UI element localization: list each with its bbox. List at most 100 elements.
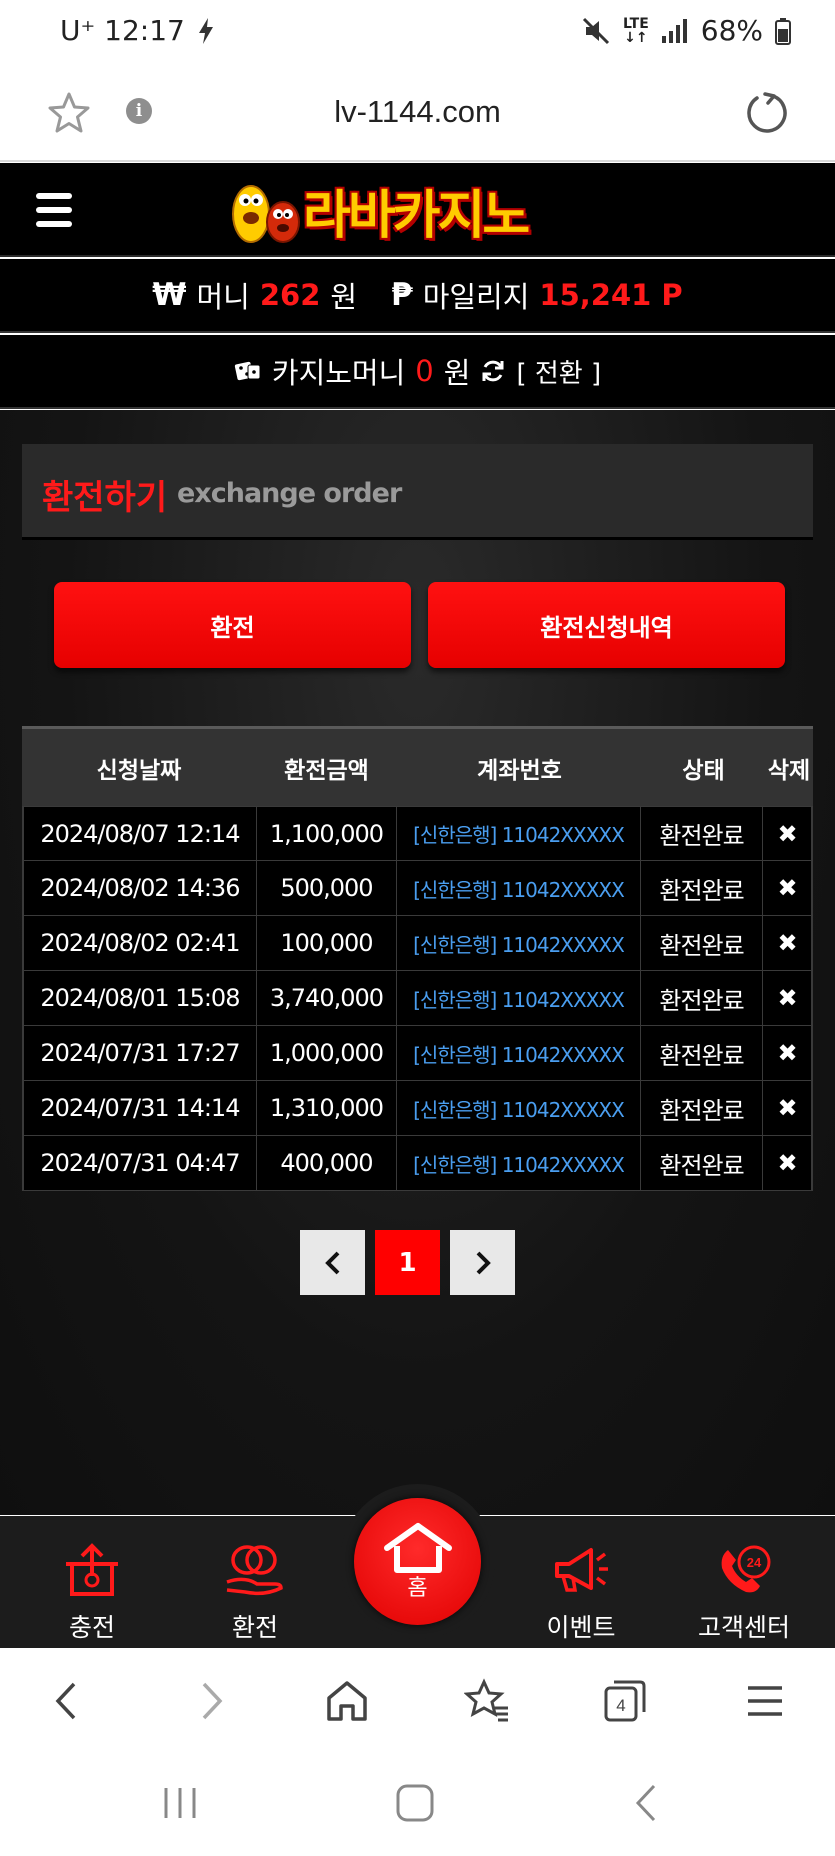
delete-icon[interactable]: ✖ [763,971,811,1025]
cell-date: 2024/07/31 17:27 [24,1026,257,1080]
cell-amount: 400,000 [257,1136,398,1190]
cell-amount: 3,740,000 [257,971,398,1025]
table-row: 2024/08/07 12:14 1,100,000 [신한은행] 11042X… [24,806,811,861]
cell-amount: 100,000 [257,916,398,970]
header-delete: 삭제 [767,757,811,784]
cell-account: [신한은행] 11042XXXXX [397,1136,641,1190]
header-account: 계좌번호 [477,757,562,784]
table-row: 2024/08/02 14:36 500,000 [신한은행] 11042XXX… [24,861,811,916]
url-text[interactable]: lv-1144.com [0,94,835,130]
delete-icon[interactable]: ✖ [763,916,811,970]
next-page-button[interactable] [450,1230,515,1295]
cell-date: 2024/08/02 02:41 [24,916,257,970]
cell-account: [신한은행] 11042XXXXX [397,1081,641,1135]
home-label: 홈 [407,1575,428,1601]
browser-menu-icon[interactable] [742,1678,788,1724]
money-unit: 원 [330,280,358,314]
cell-date: 2024/08/07 12:14 [24,807,257,860]
support-badge: 24 [747,1555,762,1570]
casino-money-row: 카지노머니 0 원 [ 전환 ] [0,335,835,409]
delete-icon[interactable]: ✖ [763,807,811,860]
exchange-button[interactable]: 환전 [54,582,411,668]
system-back-icon[interactable] [626,1780,672,1826]
mileage-value: 15,241 P [539,278,683,312]
larva-mascot-icon [232,185,300,243]
delete-icon[interactable]: ✖ [763,1136,811,1190]
cell-account: [신한은행] 11042XXXXX [397,861,641,915]
cell-status: 환전완료 [641,1136,764,1190]
recent-apps-icon[interactable] [158,1780,204,1826]
cell-amount: 1,100,000 [257,807,398,860]
table-row: 2024/07/31 14:14 1,310,000 [신한은행] 11042X… [24,1081,811,1136]
nav-charge[interactable]: 충전 [32,1542,152,1644]
exchange-table: 신청날짜 환전금액 계좌번호 상태 삭제 2024/08/07 12:14 1,… [22,726,813,1191]
mileage-p-icon: ₱ [391,277,413,313]
home-icon[interactable] [324,1678,370,1724]
status-bar: U⁺ 12:17 LTE ↓↑ 68% [0,0,835,70]
tabs-icon[interactable]: 4 [602,1678,648,1724]
table-row: 2024/07/31 04:47 400,000 [신한은행] 11042XXX… [24,1136,811,1191]
bookmarks-icon[interactable] [464,1678,510,1724]
casino-money-value: 0 [415,354,434,388]
home-square-icon[interactable] [392,1780,438,1826]
cell-account: [신한은행] 11042XXXXX [397,971,641,1025]
charging-bolt-icon [198,17,213,44]
nav-event[interactable]: 이벤트 [521,1542,641,1644]
nav-event-label: 이벤트 [546,1613,616,1642]
convert-button[interactable]: [ 전환 ] [516,353,601,390]
main-content: 환전하기 exchange order 환전 환전신청내역 신청날짜 환전금액 … [0,410,835,1515]
cell-date: 2024/08/02 14:36 [24,861,257,915]
network-type: LTE ↓↑ [623,15,649,46]
cell-account: [신한은행] 11042XXXXX [397,1026,641,1080]
pagination: 1 [300,1230,515,1295]
header-date: 신청날짜 [96,757,182,784]
table-row: 2024/08/02 02:41 100,000 [신한은행] 11042XXX… [24,916,811,971]
delete-icon[interactable]: ✖ [763,861,811,915]
wallet-summary: ₩ 머니 262 원 ₱ 마일리지 15,241 P [0,259,835,333]
nav-support-label: 고객센터 [697,1613,790,1642]
cell-account: [신한은행] 11042XXXXX [397,807,641,860]
back-arrow-icon[interactable] [46,1678,92,1724]
mileage-label: 마일리지 [422,280,530,314]
dice-icon [234,361,261,381]
delete-icon[interactable]: ✖ [763,1081,811,1135]
svg-text:4: 4 [616,1696,625,1715]
forward-arrow-icon[interactable] [186,1678,232,1724]
casino-money-label: 카지노머니 [271,356,406,390]
browser-url-bar: i lv-1144.com [0,70,835,162]
support-24-icon: 24 [721,1545,771,1593]
hamburger-menu-icon[interactable] [36,193,72,227]
refresh-icon[interactable] [480,358,506,384]
cell-amount: 500,000 [257,861,398,915]
cell-account: [신한은행] 11042XXXXX [397,916,641,970]
exchange-history-button[interactable]: 환전신청내역 [428,582,785,668]
header-status: 상태 [682,757,725,784]
reload-icon[interactable] [743,90,789,136]
logo-text: 라바카지노 [303,185,530,246]
money-value: 262 [259,278,321,312]
section-header: 환전하기 exchange order [22,444,813,540]
section-subtitle: exchange order [177,478,402,509]
signal-icon [661,18,687,43]
money-label: 머니 [196,280,250,314]
table-row: 2024/08/01 15:08 3,740,000 [신한은행] 11042X… [24,971,811,1026]
nav-exchange[interactable]: 환전 [195,1542,315,1644]
carrier-time: U⁺ 12:17 [60,14,185,47]
app-header: 라바카지노 [0,163,835,257]
nav-support[interactable]: 24 고객센터 [684,1542,804,1644]
chevron-right-icon [476,1251,491,1274]
delete-icon[interactable]: ✖ [763,1026,811,1080]
site-logo[interactable]: 라바카지노 [225,175,530,246]
table-body: 2024/08/07 12:14 1,100,000 [신한은행] 11042X… [22,806,813,1191]
mute-icon [582,17,610,44]
table-header: 신청날짜 환전금액 계좌번호 상태 삭제 [22,726,813,806]
cell-status: 환전완료 [641,971,764,1025]
prev-page-button[interactable] [300,1230,365,1295]
won-icon: ₩ [152,277,187,313]
cell-status: 환전완료 [641,1026,764,1080]
page-number-button[interactable]: 1 [375,1230,440,1295]
nav-charge-label: 충전 [68,1613,115,1642]
header-amount: 환전금액 [284,757,369,784]
section-title: 환전하기 [42,478,168,518]
home-button[interactable]: 홈 [354,1498,481,1625]
